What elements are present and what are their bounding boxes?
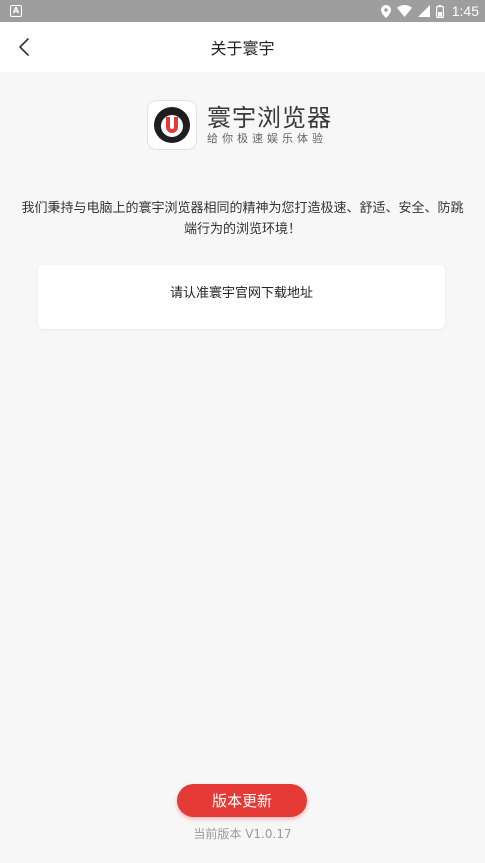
nav-bar: 关于寰宇 xyxy=(0,22,485,72)
app-description: 我们秉持与电脑上的寰宇浏览器相同的精神为您打造极速、舒适、安全、防跳端行为的浏览… xyxy=(21,201,464,237)
page-title: 关于寰宇 xyxy=(210,39,275,58)
app-notification-icon: A xyxy=(10,5,22,17)
universe-logo-icon xyxy=(154,107,190,143)
brand-text: 寰宇浏览器 给你极速娱乐体验 xyxy=(207,104,332,146)
status-bar: A 1:45 xyxy=(0,0,485,22)
notice-card: 请认准寰宇官网下载地址 xyxy=(38,265,445,329)
brand-slogan: 给你极速娱乐体验 xyxy=(207,132,327,145)
brand-logo-block: 寰宇浏览器 给你极速娱乐体验 xyxy=(147,100,332,150)
chevron-left-icon xyxy=(19,38,29,56)
battery-icon xyxy=(435,4,444,18)
status-icons: 1:45 xyxy=(380,3,479,19)
brand-name: 寰宇浏览器 xyxy=(207,104,332,132)
signal-icon xyxy=(417,5,430,17)
wifi-icon xyxy=(396,5,412,17)
notice-text: 请认准寰宇官网下载地址 xyxy=(169,286,313,301)
current-version: 当前版本 V1.0.17 xyxy=(193,827,292,841)
location-icon xyxy=(380,4,391,18)
version-update-button[interactable]: 版本更新 xyxy=(177,784,307,817)
status-time: 1:45 xyxy=(451,3,479,19)
app-logo xyxy=(147,100,197,150)
back-button[interactable] xyxy=(12,35,36,59)
